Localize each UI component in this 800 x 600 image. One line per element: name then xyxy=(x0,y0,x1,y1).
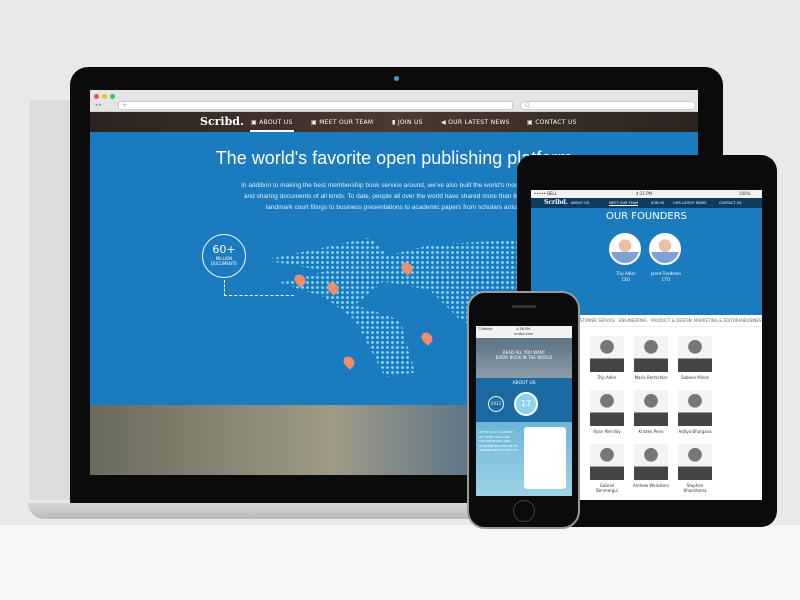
founder-photo xyxy=(609,233,641,265)
member-photo xyxy=(590,390,624,426)
member-name: Aditya Bhargava xyxy=(678,429,712,434)
badge-number: 60+ xyxy=(212,243,236,256)
carrier: ••••• BELL xyxy=(534,191,557,196)
nav-contact-us[interactable]: CONTACT US xyxy=(719,201,742,205)
team-member[interactable]: Trip Adler xyxy=(589,336,625,380)
nav-about-us[interactable]: ABOUT US xyxy=(571,201,589,205)
tablet-nav: Scribd. ABOUT US MEET OUR TEAM JOIN US O… xyxy=(531,198,762,208)
member-name: Mario Bertschler xyxy=(634,375,668,380)
battery: 100% xyxy=(739,191,751,196)
member-name: Ryan Merrilay xyxy=(593,429,621,434)
floor xyxy=(0,525,800,600)
map-pin[interactable] xyxy=(419,330,435,346)
badge-connector xyxy=(224,280,294,296)
year-badge: 2013 xyxy=(488,396,504,412)
maximize-dot[interactable] xyxy=(110,94,115,99)
member-name: Stephen Khamitoma xyxy=(683,483,707,493)
time: 4:21 PM xyxy=(636,191,653,196)
member-photo xyxy=(634,390,668,426)
founder-card: Jared Friedman CTO xyxy=(641,271,691,283)
search-bar[interactable]: Q xyxy=(520,101,696,110)
member-photo xyxy=(678,390,712,426)
minimize-dot[interactable] xyxy=(102,94,107,99)
back-forward-icon[interactable]: ◂ ▸ xyxy=(95,102,102,108)
tab-business[interactable]: BUSINESS xyxy=(744,315,762,327)
nav-join-us[interactable]: JOIN US xyxy=(651,201,664,205)
tablet-status-bar: ••••• BELL 4:21 PM 100% xyxy=(531,190,762,198)
team-member[interactable]: Stephen Khamitoma xyxy=(677,444,713,493)
phone-speaker xyxy=(512,305,536,308)
phone-library-section: WE'VE BUILT A LIBRARY OF MORE THAN ONE M… xyxy=(476,422,572,496)
team-member[interactable]: Gabriel Benmergui xyxy=(589,444,625,493)
tab-customer-service[interactable]: USTOMER SERVICE xyxy=(577,315,615,327)
member-photo xyxy=(590,336,624,372)
member-photo xyxy=(634,336,668,372)
phone-screen: T-Mobile 4:38 PM scribd.com READ ALL YOU… xyxy=(476,326,572,496)
badge-label: MILLION DOCUMENTS xyxy=(211,256,237,266)
member-photo xyxy=(634,444,668,480)
documents-badge: 60+ MILLION DOCUMENTS xyxy=(202,234,246,278)
active-indicator xyxy=(250,130,294,132)
close-dot[interactable] xyxy=(94,94,99,99)
carrier: T-Mobile xyxy=(478,327,493,331)
phone-status-bar: T-Mobile 4:38 PM scribd.com xyxy=(476,326,572,338)
founder-role: CTO xyxy=(661,277,671,282)
url-bar[interactable]: + xyxy=(118,101,513,110)
team-icon: ▣ xyxy=(311,119,320,126)
scribd-logo[interactable]: Scribd. xyxy=(200,115,244,128)
laptop-camera xyxy=(394,76,399,81)
member-name: Andrew Weinstein xyxy=(633,483,669,488)
nav-latest-news[interactable]: OUR LATEST NEWS xyxy=(673,201,706,205)
founders-title: OUR FOUNDERS xyxy=(605,211,688,222)
clock-badge: 17 xyxy=(514,392,538,416)
browser-chrome: ◂ ▸ + Q xyxy=(90,90,698,112)
book-icon: ▣ xyxy=(251,119,260,126)
team-member[interactable]: Sabeen Minns xyxy=(677,336,713,380)
hero-line: EVERY BOOK IN THE WORLD xyxy=(495,355,553,360)
member-name: Gabriel Benmergui xyxy=(596,483,618,493)
library-text: WE'VE BUILT A LIBRARY OF MORE THAN ONE M… xyxy=(479,430,519,452)
nav-contact-us[interactable]: ▣ CONTACT US xyxy=(527,119,577,126)
member-name: Kristen Penn xyxy=(638,429,664,434)
tab-marketing-editorial[interactable]: MARKETING & EDITORIAL xyxy=(694,315,745,327)
phone-home-button[interactable] xyxy=(513,500,535,522)
founder-photo xyxy=(649,233,681,265)
nav-latest-news[interactable]: ◀ OUR LATEST NEWS xyxy=(441,119,510,126)
tab-product-design[interactable]: PRODUCT & DESIGN xyxy=(651,315,692,327)
tablet-thumbnail xyxy=(524,427,566,489)
nav-meet-our-team[interactable]: MEET OUR TEAM xyxy=(609,201,639,206)
team-member[interactable]: Aditya Bhargava xyxy=(677,390,713,434)
member-photo xyxy=(590,444,624,480)
member-name: Sabeen Minns xyxy=(681,375,709,380)
team-member[interactable]: Ryan Merrilay xyxy=(589,390,625,434)
member-photo xyxy=(678,336,712,372)
team-member[interactable]: Andrew Weinstein xyxy=(633,444,669,488)
phone-section-title: ABOUT US xyxy=(512,381,536,386)
member-photo xyxy=(678,444,712,480)
team-member[interactable]: Kristen Penn xyxy=(633,390,669,434)
phone-url[interactable]: scribd.com xyxy=(514,332,533,336)
map-pin[interactable] xyxy=(341,354,357,370)
tab-engineering[interactable]: ENGINEERING xyxy=(619,315,647,327)
team-member[interactable]: Mario Bertschler xyxy=(633,336,669,380)
contact-icon: ▣ xyxy=(527,119,536,126)
nav-join-us[interactable]: ▮ JOIN US xyxy=(392,119,423,126)
scribd-logo[interactable]: Scribd. xyxy=(544,199,568,206)
nav-meet-our-team[interactable]: ▣ MEET OUR TEAM xyxy=(311,119,373,126)
site-nav: Scribd. ▣ ABOUT US ▣ MEET OUR TEAM ▮ JOI… xyxy=(90,112,698,132)
phone-hero: READ ALL YOU WANT EVERY BOOK IN THE WORLD xyxy=(476,338,572,378)
member-name: Trip Adler xyxy=(597,375,617,380)
time: 4:38 PM xyxy=(516,327,531,331)
nav-about-us[interactable]: ▣ ABOUT US xyxy=(251,119,293,126)
